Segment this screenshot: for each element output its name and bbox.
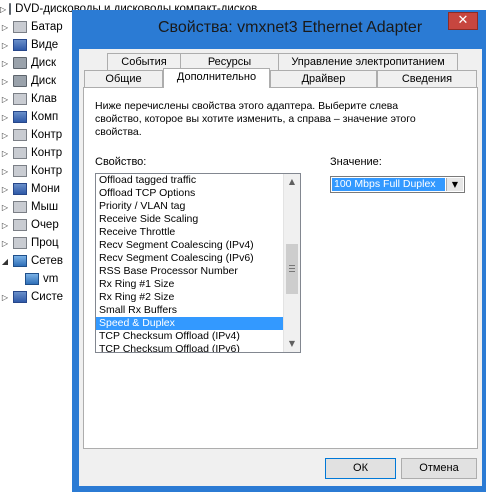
display-adapter-icon [13, 39, 27, 51]
scroll-up-icon[interactable]: ▲ [284, 174, 300, 190]
tab-advanced[interactable]: Дополнительно [163, 68, 270, 88]
tab-power-management[interactable]: Управление электропитанием [278, 53, 458, 70]
tab-label: Драйвер [301, 73, 346, 85]
advanced-tab-panel: Ниже перечислены свойства этого адаптера… [83, 87, 478, 449]
list-item[interactable]: TCP Checksum Offload (IPv4) [96, 330, 283, 343]
list-item[interactable]: Offload tagged traffic [96, 174, 283, 187]
list-item[interactable]: Rx Ring #2 Size [96, 291, 283, 304]
value-dropdown[interactable]: 100 Mbps Full Duplex ▼ [330, 176, 465, 193]
tab-label: Дополнительно [176, 71, 257, 83]
expand-arrow-icon[interactable]: ▷ [0, 203, 10, 212]
mouse-icon [13, 201, 27, 213]
expand-arrow-icon[interactable]: ▷ [0, 131, 10, 140]
computer-icon [13, 111, 27, 123]
device-manager-tree: ▷ DVD-дисководы и дисководы компакт-диск… [0, 0, 257, 492]
expand-arrow-icon[interactable]: ▷ [0, 167, 10, 176]
expand-arrow-icon[interactable]: ▷ [0, 95, 10, 104]
value-dropdown-selected: 100 Mbps Full Duplex [332, 178, 445, 191]
expand-arrow-icon[interactable]: ▷ [0, 293, 10, 302]
disk-drive-icon [13, 57, 27, 69]
system-device-icon [13, 291, 27, 303]
cancel-button[interactable]: Отмена [401, 458, 477, 479]
description-text: Ниже перечислены свойства этого адаптера… [95, 100, 416, 138]
list-item[interactable]: Recv Segment Coalescing (IPv6) [96, 252, 283, 265]
property-label: Свойство: [95, 156, 147, 168]
battery-icon [13, 21, 27, 33]
property-listbox[interactable]: Offload tagged traffic Offload TCP Optio… [95, 173, 301, 353]
list-item[interactable]: Receive Side Scaling [96, 213, 283, 226]
expand-arrow-icon[interactable]: ▷ [0, 59, 10, 68]
collapse-arrow-icon[interactable]: ◢ [0, 257, 10, 266]
property-list: Offload tagged traffic Offload TCP Optio… [96, 174, 283, 352]
expand-arrow-icon[interactable]: ▷ [0, 23, 10, 32]
list-item[interactable]: Offload TCP Options [96, 187, 283, 200]
tab-label: Общие [105, 73, 142, 85]
scroll-down-icon[interactable]: ▼ [284, 336, 300, 352]
list-item[interactable]: Priority / VLAN tag [96, 200, 283, 213]
list-item[interactable]: Recv Segment Coalescing (IPv4) [96, 239, 283, 252]
close-button[interactable]: ✕ [448, 12, 478, 30]
value-label: Значение: [330, 156, 382, 168]
tab-label: Ресурсы [207, 56, 252, 68]
ok-button[interactable]: ОК [325, 458, 396, 479]
controller-icon [13, 165, 27, 177]
dialog-client-area: События Ресурсы Управление электропитани… [79, 49, 482, 486]
cancel-label: Отмена [419, 462, 459, 474]
network-card-icon [25, 273, 39, 285]
tab-general[interactable]: Общие [84, 70, 163, 88]
grip-line [289, 271, 295, 272]
tab-driver[interactable]: Драйвер [270, 70, 377, 88]
expand-arrow-icon[interactable]: ▷ [0, 185, 10, 194]
list-item[interactable]: TCP Checksum Offload (IPv6) [96, 343, 283, 352]
tab-label: Управление электропитанием [291, 56, 445, 68]
expand-arrow-icon[interactable]: ▷ [0, 149, 10, 158]
expand-arrow-icon[interactable]: ▷ [0, 77, 10, 86]
expand-arrow-icon[interactable]: ▷ [0, 113, 10, 122]
list-item[interactable]: Receive Throttle [96, 226, 283, 239]
title-bar[interactable]: Свойства: vmxnet3 Ethernet Adapter ✕ [72, 10, 486, 50]
processor-icon [13, 237, 27, 249]
network-adapter-icon [13, 255, 27, 267]
grip-line [289, 265, 295, 266]
expand-arrow-icon[interactable]: ▷ [0, 239, 10, 248]
list-item[interactable]: Small Rx Buffers [96, 304, 283, 317]
grip-line [289, 268, 295, 269]
expand-arrow-icon[interactable]: ▷ [0, 221, 10, 230]
disk-drive-icon [13, 75, 27, 87]
close-icon: ✕ [457, 13, 469, 28]
controller-icon [13, 147, 27, 159]
tab-label: Сведения [401, 73, 453, 85]
chevron-down-icon[interactable]: ▼ [446, 178, 463, 191]
expand-arrow-icon[interactable]: ▷ [0, 41, 10, 50]
dvd-drive-icon [9, 3, 12, 15]
keyboard-icon [13, 93, 27, 105]
print-queue-icon [13, 219, 27, 231]
tab-label: События [121, 56, 167, 68]
scroll-thumb[interactable] [286, 244, 298, 294]
properties-dialog: Свойства: vmxnet3 Ethernet Adapter ✕ Соб… [72, 10, 486, 492]
listbox-scrollbar[interactable]: ▲ ▼ [283, 174, 300, 352]
ok-label: ОК [353, 462, 368, 474]
list-item[interactable]: Rx Ring #1 Size [96, 278, 283, 291]
dialog-title: Свойства: vmxnet3 Ethernet Adapter [158, 19, 423, 36]
monitor-icon [13, 183, 27, 195]
controller-icon [13, 129, 27, 141]
list-item[interactable]: RSS Base Processor Number [96, 265, 283, 278]
tab-details[interactable]: Сведения [377, 70, 477, 88]
list-item-selected[interactable]: Speed & Duplex [96, 317, 283, 330]
expand-arrow-icon[interactable]: ▷ [0, 5, 6, 14]
